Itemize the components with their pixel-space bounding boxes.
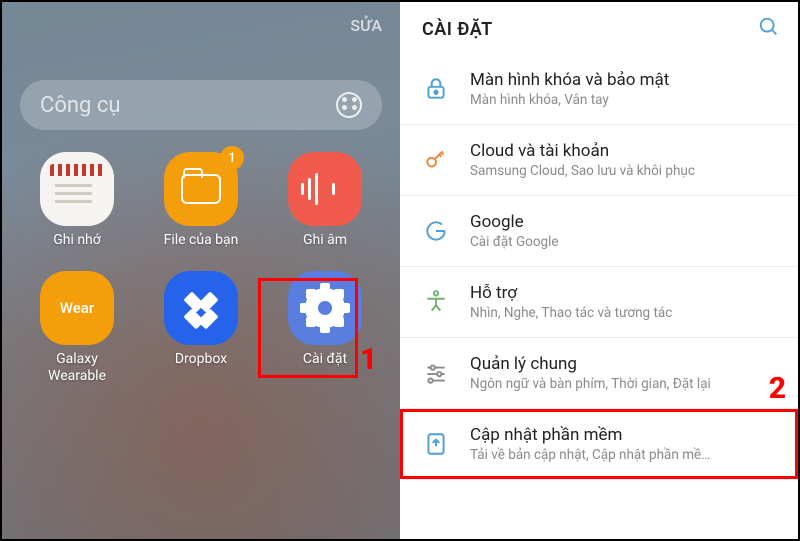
memo-icon <box>40 152 114 226</box>
row-subtitle: Cài đặt Google <box>470 234 782 250</box>
app-galaxy-wearable[interactable]: Wear GalaxyWearable <box>20 271 134 385</box>
wear-icon: Wear <box>40 271 114 345</box>
edit-button[interactable]: SỬA <box>350 16 382 35</box>
app-label: Ghi nhớ <box>20 232 134 249</box>
page-title: CÀI ĐẶT <box>422 19 493 40</box>
app-voice-recorder[interactable]: Ghi âm <box>268 152 382 249</box>
sliders-icon <box>420 357 452 389</box>
app-label: Ghi âm <box>268 232 382 249</box>
app-dropbox[interactable]: Dropbox <box>144 271 258 385</box>
settings-list: Màn hình khóa và bảo mật Màn hình khóa, … <box>400 50 798 539</box>
row-subtitle: Nhìn, Nghe, Thao tác và tương tác <box>470 305 782 321</box>
app-grid: Ghi nhớ 1 File của bạn Ghi âm Wear Galax… <box>20 152 382 384</box>
row-subtitle: Ngôn ngữ và bàn phím, Thời gian, Đặt lại <box>470 376 782 392</box>
app-my-files[interactable]: 1 File của bạn <box>144 152 258 249</box>
settings-screen: CÀI ĐẶT Màn hình khóa và bảo mật Màn hìn… <box>400 2 798 539</box>
row-title: Quản lý chung <box>470 354 782 374</box>
annotation-number-2: 2 <box>769 371 786 406</box>
voice-icon <box>288 152 362 226</box>
row-subtitle: Samsung Cloud, Sao lưu và khôi phục <box>470 163 782 179</box>
annotation-number-1: 1 <box>360 342 377 377</box>
accessibility-icon <box>420 286 452 318</box>
row-accessibility[interactable]: Hỗ trợ Nhìn, Nghe, Thao tác và tương tác <box>400 267 798 338</box>
row-software-update[interactable]: Cập nhật phần mềm Tải về bản cập nhật, C… <box>400 409 798 480</box>
folder-icon: 1 <box>164 152 238 226</box>
app-memo[interactable]: Ghi nhớ <box>20 152 134 249</box>
row-title: Google <box>470 212 782 232</box>
update-icon <box>420 428 452 460</box>
row-cloud-accounts[interactable]: Cloud và tài khoản Samsung Cloud, Sao lư… <box>400 125 798 196</box>
row-general-management[interactable]: Quản lý chung Ngôn ngữ và bàn phím, Thời… <box>400 338 798 409</box>
app-label: File của bạn <box>144 232 258 249</box>
row-google[interactable]: Google Cài đặt Google <box>400 196 798 267</box>
search-icon[interactable] <box>758 16 780 42</box>
lock-icon <box>420 73 452 105</box>
key-icon <box>420 144 452 176</box>
app-label: Dropbox <box>144 351 258 368</box>
row-subtitle: Tải về bản cập nhật, Cập nhật phần mề… <box>470 447 782 463</box>
row-title: Màn hình khóa và bảo mật <box>470 70 782 90</box>
row-title: Hỗ trợ <box>470 283 782 303</box>
google-icon <box>420 215 452 247</box>
row-title: Cập nhật phần mềm <box>470 425 782 445</box>
folder-header: Công cụ <box>20 80 382 130</box>
notification-badge: 1 <box>220 146 244 170</box>
palette-icon[interactable] <box>336 92 362 118</box>
folder-title: Công cụ <box>40 93 120 118</box>
app-label: GalaxyWearable <box>20 351 134 385</box>
row-subtitle: Màn hình khóa, Vân tay <box>470 92 782 108</box>
gear-icon <box>288 271 362 345</box>
app-drawer-folder: SỬA Công cụ Ghi nhớ 1 File của bạn Ghi â… <box>2 2 400 539</box>
row-lock-security[interactable]: Màn hình khóa và bảo mật Màn hình khóa, … <box>400 50 798 125</box>
settings-header: CÀI ĐẶT <box>400 2 798 50</box>
row-title: Cloud và tài khoản <box>470 141 782 161</box>
dropbox-icon <box>164 271 238 345</box>
